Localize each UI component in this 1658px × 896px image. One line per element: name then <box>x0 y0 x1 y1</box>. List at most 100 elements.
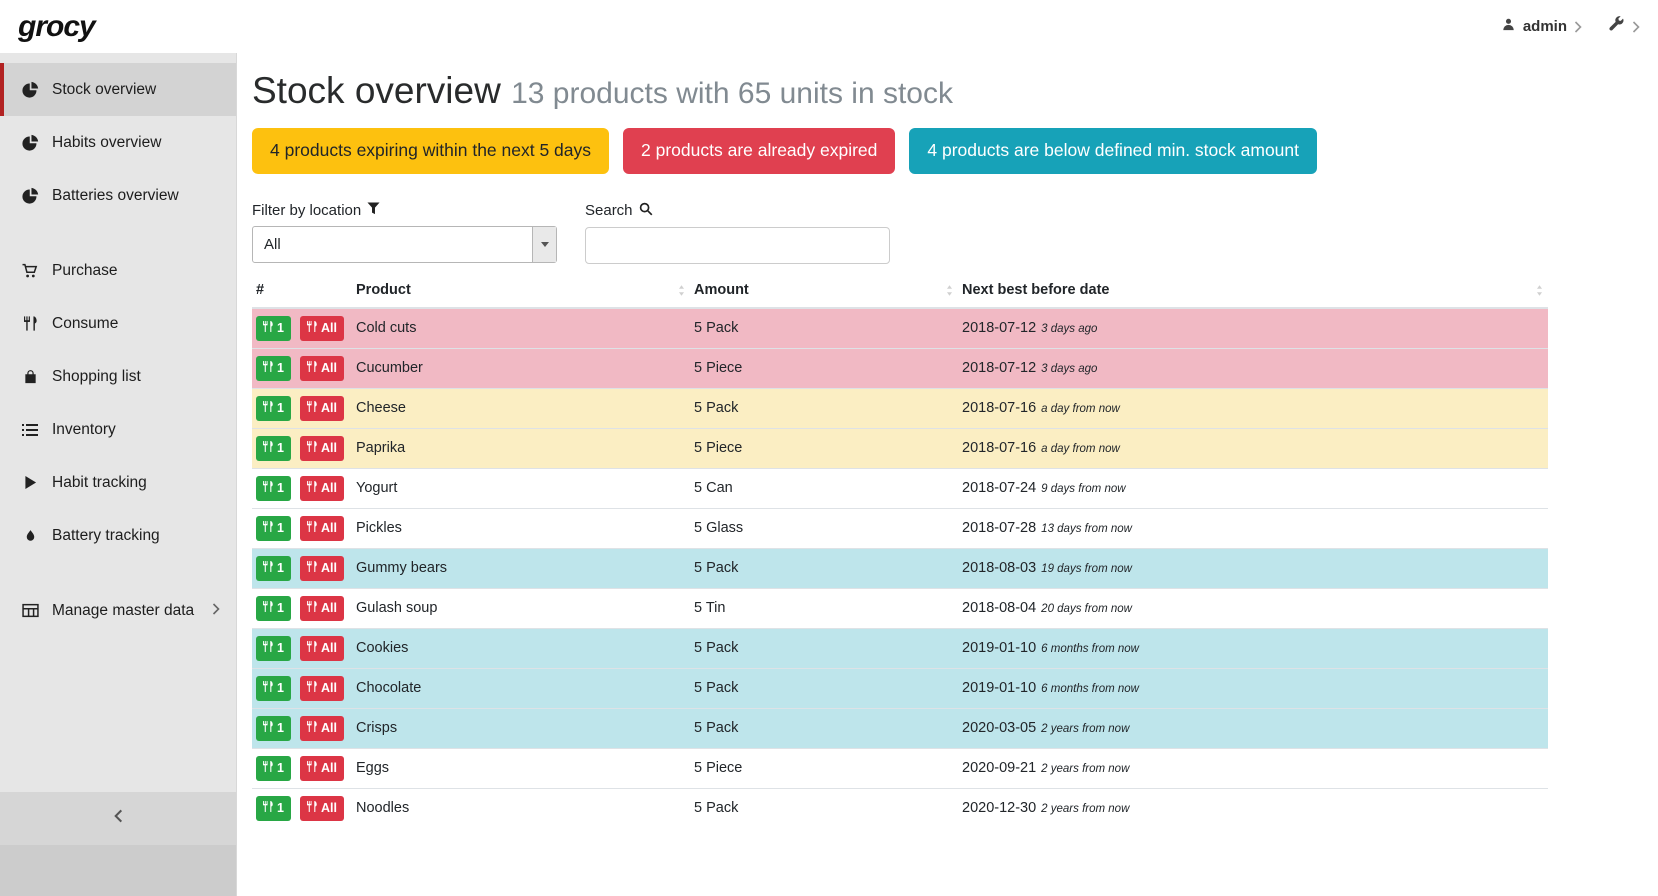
best-before-date: 2020-03-05 <box>962 720 1036 736</box>
chevron-left-icon <box>114 809 123 828</box>
column-header-product[interactable]: Product <box>352 278 690 308</box>
table-row: 1 All Yogurt 5 Can 2018-07-249 days from… <box>252 468 1548 508</box>
consume-all-button[interactable]: All <box>300 796 344 821</box>
amount-cell: 5 Tin <box>690 588 958 628</box>
product-name: Chocolate <box>352 668 690 708</box>
sidebar-item-label: Shopping list <box>52 368 141 386</box>
best-before-cell: 2018-07-249 days from now <box>958 468 1548 508</box>
consume-all-button[interactable]: All <box>300 596 344 621</box>
sidebar-item-inventory[interactable]: Inventory <box>0 403 236 456</box>
badge-below-min-stock[interactable]: 4 products are below defined min. stock … <box>909 128 1317 174</box>
best-before-cell: 2018-07-123 days ago <box>958 348 1548 388</box>
sidebar-item-batteries-overview[interactable]: Batteries overview <box>0 169 236 222</box>
relative-time: 3 days ago <box>1041 323 1097 335</box>
consume-all-button[interactable]: All <box>300 316 344 341</box>
product-name: Cheese <box>352 388 690 428</box>
consume-one-button[interactable]: 1 <box>256 476 291 501</box>
settings-menu[interactable] <box>1608 16 1640 38</box>
column-header-amount[interactable]: Amount <box>690 278 958 308</box>
utensils-icon <box>263 361 273 375</box>
relative-time: 2 years from now <box>1041 763 1129 775</box>
best-before-cell: 2018-07-12 3 days ago <box>958 308 1548 349</box>
table-row: 1 All Cheese 5 Pack 2018-07-16a day from… <box>252 388 1548 428</box>
product-name: Cookies <box>352 628 690 668</box>
consume-one-button[interactable]: 1 <box>256 756 291 781</box>
consume-one-button[interactable]: 1 <box>256 716 291 741</box>
consume-one-button[interactable]: 1 <box>256 676 291 701</box>
sidebar-item-habits-overview[interactable]: Habits overview <box>0 116 236 169</box>
consume-one-button[interactable]: 1 <box>256 436 291 461</box>
consume-all-button[interactable]: All <box>300 676 344 701</box>
relative-time: 19 days from now <box>1041 563 1132 575</box>
consume-all-button[interactable]: All <box>300 396 344 421</box>
consume-all-button[interactable]: All <box>300 556 344 581</box>
consume-all-button[interactable]: All <box>300 516 344 541</box>
consume-one-button[interactable]: 1 <box>256 796 291 821</box>
user-menu[interactable]: admin <box>1501 17 1582 37</box>
consume-one-button[interactable]: 1 <box>256 516 291 541</box>
search-input[interactable] <box>585 227 890 264</box>
relative-time: 2 years from now <box>1041 723 1129 735</box>
search-label: Search <box>585 202 890 220</box>
best-before-date: 2018-08-04 <box>962 600 1036 616</box>
sidebar-item-purchase[interactable]: Purchase <box>0 244 236 297</box>
flame-icon <box>20 528 40 544</box>
utensils-icon <box>307 561 317 575</box>
relative-time: a day from now <box>1041 443 1120 455</box>
user-name: admin <box>1523 18 1567 35</box>
best-before-date: 2019-01-10 <box>962 680 1036 696</box>
best-before-date: 2018-07-24 <box>962 480 1036 496</box>
badge-expiring-soon[interactable]: 4 products expiring within the next 5 da… <box>252 128 609 174</box>
utensils-icon <box>307 401 317 415</box>
main-content: Stock overview 13 products with 65 units… <box>238 53 1658 896</box>
sidebar-item-manage-master-data[interactable]: Manage master data <box>0 584 236 637</box>
best-before-cell: 2019-01-10 6 months from now <box>958 628 1548 668</box>
app-logo[interactable]: grocy <box>18 10 95 44</box>
utensils-icon <box>307 481 317 495</box>
consume-one-button[interactable]: 1 <box>256 636 291 661</box>
best-before-date: 2018-07-12 <box>962 320 1036 336</box>
relative-time: 6 months from now <box>1041 643 1139 655</box>
utensils-icon <box>20 316 40 331</box>
consume-all-button[interactable]: All <box>300 716 344 741</box>
consume-one-button[interactable]: 1 <box>256 596 291 621</box>
consume-one-button[interactable]: 1 <box>256 396 291 421</box>
sort-icon <box>1535 284 1544 301</box>
sidebar-item-label: Inventory <box>52 421 116 439</box>
utensils-icon <box>307 761 317 775</box>
utensils-icon <box>263 561 273 575</box>
sidebar-collapse-button[interactable] <box>0 792 236 845</box>
best-before-date: 2019-01-10 <box>962 640 1036 656</box>
best-before-date: 2018-08-03 <box>962 560 1036 576</box>
utensils-icon <box>263 401 273 415</box>
consume-one-button[interactable]: 1 <box>256 316 291 341</box>
sidebar-item-stock-overview[interactable]: Stock overview <box>0 63 236 116</box>
location-select-value: All <box>264 236 281 253</box>
consume-all-button[interactable]: All <box>300 756 344 781</box>
best-before-cell: 2020-09-212 years from now <box>958 748 1548 788</box>
utensils-icon <box>307 681 317 695</box>
wrench-icon <box>1608 16 1625 38</box>
consume-all-button[interactable]: All <box>300 356 344 381</box>
relative-time: a day from now <box>1041 403 1120 415</box>
sidebar-item-shopping-list[interactable]: Shopping list <box>0 350 236 403</box>
sidebar-item-label: Batteries overview <box>52 187 179 205</box>
consume-all-button[interactable]: All <box>300 436 344 461</box>
consume-all-button[interactable]: All <box>300 476 344 501</box>
consume-one-button[interactable]: 1 <box>256 356 291 381</box>
consume-all-button[interactable]: All <box>300 636 344 661</box>
utensils-icon <box>307 801 317 815</box>
utensils-icon <box>263 321 273 335</box>
consume-one-button[interactable]: 1 <box>256 556 291 581</box>
location-select[interactable]: All <box>252 226 557 263</box>
best-before-date: 2018-07-16 <box>962 440 1036 456</box>
sidebar-item-habit-tracking[interactable]: Habit tracking <box>0 456 236 509</box>
relative-time: 20 days from now <box>1041 603 1132 615</box>
column-header-best-before[interactable]: Next best before date <box>958 278 1548 308</box>
table-row: 1 All Paprika 5 Piece 2018-07-16a day fr… <box>252 428 1548 468</box>
product-name: Paprika <box>352 428 690 468</box>
sidebar-item-consume[interactable]: Consume <box>0 297 236 350</box>
badge-expired[interactable]: 2 products are already expired <box>623 128 895 174</box>
chevron-right-icon <box>1632 21 1640 33</box>
sidebar-item-battery-tracking[interactable]: Battery tracking <box>0 509 236 562</box>
